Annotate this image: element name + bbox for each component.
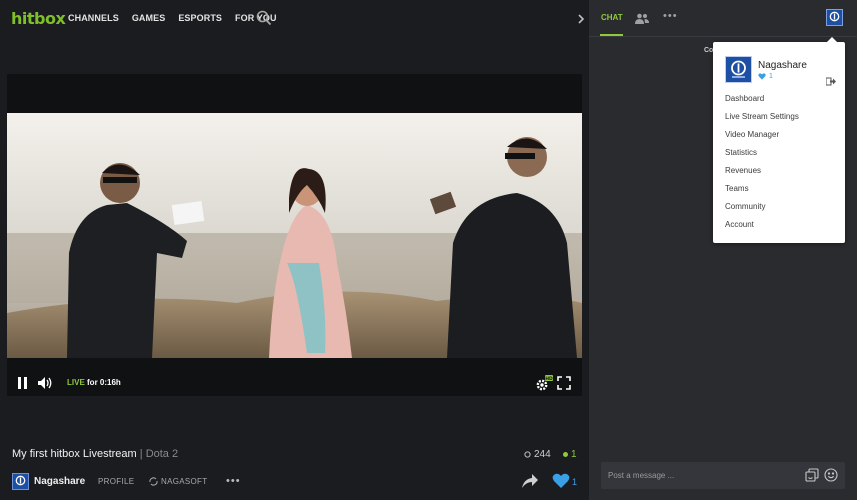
video-player[interactable]: LIVE for 0:16h HD [7,74,582,396]
menu-item-community[interactable]: Community [725,202,765,211]
nav-channels[interactable]: CHANNELS [68,13,119,23]
viewer-count-value: 244 [534,449,551,460]
viewers-icon [524,451,531,458]
heart-icon[interactable] [552,473,570,489]
online-count: 1 [563,449,577,460]
viewer-count: 244 [524,449,551,460]
more-options-icon[interactable]: ••• [226,475,241,487]
tab-chat[interactable]: CHAT [601,13,623,22]
chat-message-input[interactable] [601,462,801,489]
chat-message-partial: Co [704,47,714,54]
menu-item-revenues[interactable]: Revenues [725,166,761,175]
nav-games[interactable]: GAMES [132,13,166,23]
nav-esports[interactable]: ESPORTS [178,13,222,23]
channel-name[interactable]: Nagashare [34,476,85,487]
fullscreen-icon[interactable] [557,376,571,390]
menu-item-live-stream-settings[interactable]: Live Stream Settings [725,112,799,121]
user-menu-dropdown: Nagashare 1 Dashboard Live Stream Settin… [713,37,845,243]
user-avatar-button[interactable] [826,9,843,26]
user-menu-hearts-value: 1 [769,73,773,80]
live-label: LIVE [67,378,85,387]
emoji-icon[interactable] [824,468,838,482]
profile-link[interactable]: PROFILE [98,477,134,486]
video-controls: LIVE for 0:16h HD [7,372,582,396]
svg-text:HD: HD [545,376,553,382]
hitbox-logo[interactable]: hitbox [11,9,66,28]
menu-item-dashboard[interactable]: Dashboard [725,94,764,103]
heart-small-icon [758,73,766,80]
stream-title: My first hitbox Livestream | Dota 2 [12,448,178,460]
search-icon[interactable] [256,10,272,26]
live-duration: for 0:16h [87,378,121,387]
online-dot-icon [563,452,568,457]
logout-icon[interactable] [825,73,836,86]
title-separator: | [139,448,143,460]
user-menu-username: Nagashare [758,60,807,71]
chevron-right-icon[interactable] [577,12,585,24]
follow-count: 1 [572,477,578,487]
menu-item-video-manager[interactable]: Video Manager [725,130,779,139]
stream-title-text: My first hitbox Livestream [12,448,137,460]
menu-item-statistics[interactable]: Statistics [725,148,757,157]
team-link[interactable]: NAGASOFT [149,477,207,486]
online-count-value: 1 [571,449,577,460]
main-area: hitbox CHANNELS GAMES ESPORTS FOR YOU LI… [0,0,589,500]
team-icon [149,477,158,486]
video-frame [7,113,582,358]
user-menu-hearts: 1 [758,73,773,80]
chat-tabs: CHAT ••• [589,0,857,37]
menu-item-account[interactable]: Account [725,220,754,229]
menu-item-teams[interactable]: Teams [725,184,749,193]
chat-more-icon[interactable]: ••• [663,10,678,22]
share-icon[interactable] [521,473,539,489]
active-tab-indicator [600,34,623,36]
team-name: NAGASOFT [161,477,208,486]
quality-gear-icon[interactable]: HD [535,374,553,392]
stream-game[interactable]: Dota 2 [146,448,178,460]
top-navigation: hitbox CHANNELS GAMES ESPORTS FOR YOU [0,0,589,38]
chat-input-box [601,462,845,489]
emote-picker-icon[interactable] [805,468,819,482]
pause-icon[interactable] [18,377,30,390]
channel-bar: Nagashare PROFILE NAGASOFT ••• 1 [0,466,589,500]
live-status: LIVE for 0:16h [67,378,121,387]
channel-avatar[interactable] [12,473,29,490]
volume-icon[interactable] [37,376,53,390]
user-menu-avatar[interactable] [725,56,752,83]
users-icon[interactable] [635,11,649,24]
